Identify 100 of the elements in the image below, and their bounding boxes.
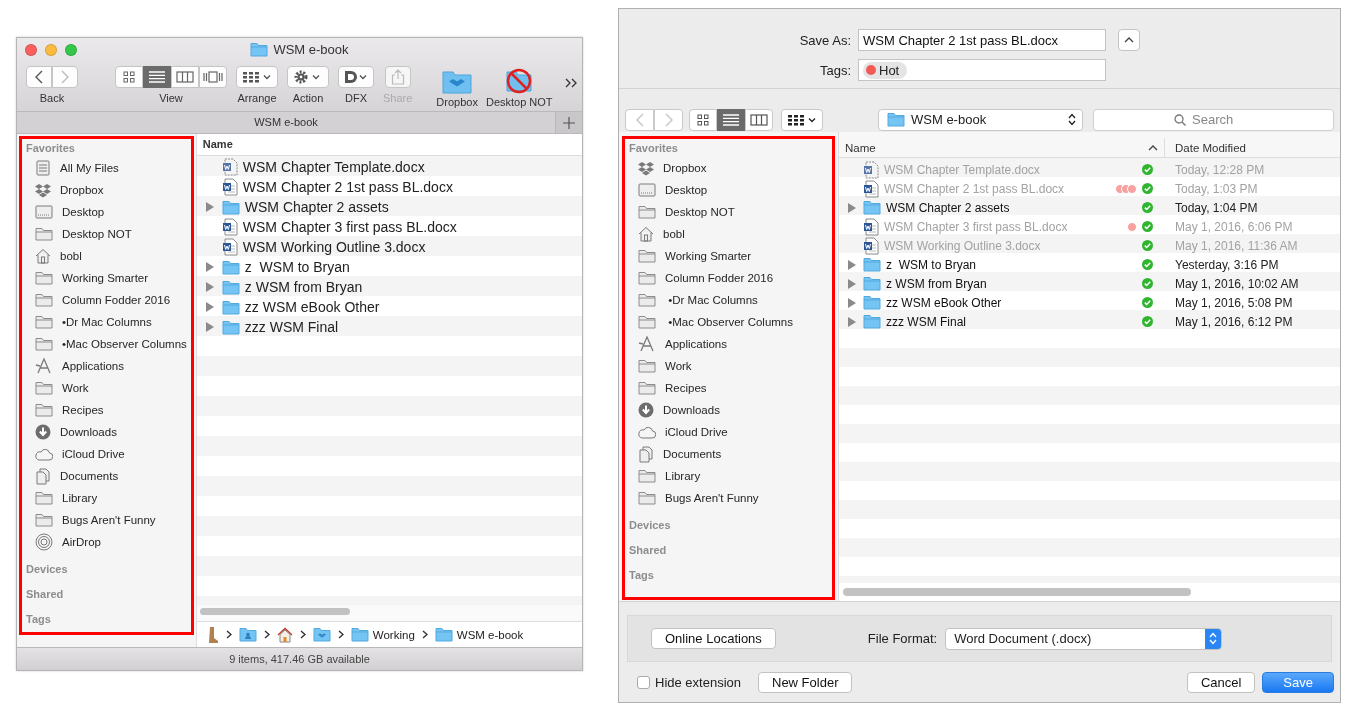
sidebar-item[interactable]: bobl (26, 245, 187, 267)
online-locations-button[interactable]: Online Locations (651, 628, 776, 649)
dialog-button[interactable]: Cancel (1186, 672, 1256, 693)
column-header[interactable]: Name (839, 138, 1165, 157)
file-format-popup[interactable]: Word Document (.docx) (945, 627, 1223, 650)
date-modified: May 1, 2016, 5:08 PM (1174, 295, 1293, 310)
file-row[interactable]: z WSM from Bryan May 1, 2016, 10:02 AM (839, 274, 1340, 293)
sidebar-item[interactable]: Desktop NOT (629, 201, 828, 223)
icons-view-button[interactable] (689, 108, 717, 131)
sidebar-item[interactable]: Column Fodder 2016 (26, 289, 187, 311)
new-folder-button[interactable]: New Folder (758, 672, 853, 693)
close-button[interactable] (25, 44, 37, 56)
tag-token[interactable]: Hot (863, 61, 908, 79)
sidebar-item[interactable]: Column Fodder 2016 (629, 267, 828, 289)
sidebar-item[interactable]: Documents (629, 443, 828, 465)
sidebar-item[interactable]: Work (26, 377, 187, 399)
path-item[interactable] (238, 627, 257, 642)
action-button[interactable] (287, 66, 329, 88)
file-name: z WSM from Bryan (244, 279, 363, 295)
file-row[interactable]: zzz WSM Final (196, 317, 582, 337)
sidebar-item[interactable]: Recipes (26, 399, 187, 421)
tags-field[interactable]: Hot (858, 59, 1106, 81)
sidebar-item[interactable]: All My Files (26, 157, 187, 179)
checkbox[interactable] (637, 676, 650, 689)
sidebar-item[interactable]: Dropbox (26, 179, 187, 201)
path-item[interactable]: WSM e-book (434, 627, 524, 642)
sidebar-item[interactable]: •Mac Observer Columns (629, 311, 828, 333)
sidebar-item[interactable]: •Dr Mac Columns (629, 289, 828, 311)
file-name: z WSM to Bryan (886, 257, 978, 272)
sidebar-item[interactable]: Library (629, 465, 828, 487)
sidebar-item[interactable]: Desktop (26, 201, 187, 223)
search-field[interactable]: Search (1093, 108, 1334, 131)
sidebar-item[interactable]: iCloud Drive (26, 443, 187, 465)
file-row[interactable]: WSM Chapter 2 assets (196, 197, 582, 217)
sidebar-item[interactable]: Bugs Aren't Funny (629, 487, 828, 509)
folder-icon (35, 293, 53, 307)
file-row[interactable]: zz WSM eBook Other (196, 297, 582, 317)
file-row[interactable]: WSM Chapter Template.docx (196, 157, 582, 177)
date-modified: May 1, 2016, 11:36 AM (1174, 238, 1298, 253)
zoom-button[interactable] (65, 44, 77, 56)
sidebar-item[interactable]: Working Smarter (629, 245, 828, 267)
sidebar-item[interactable]: Working Smarter (26, 267, 187, 289)
file-row[interactable]: WSM Chapter 2 1st pass BL.docx (196, 177, 582, 197)
file-name: WSM Chapter 2 assets (886, 200, 1011, 215)
sidebar-item[interactable]: Desktop (629, 179, 828, 201)
sidebar-item[interactable]: Documents (26, 465, 187, 487)
folder-icon (863, 257, 881, 272)
path-item[interactable] (312, 627, 331, 642)
new-tab-button[interactable] (555, 112, 582, 133)
path-item[interactable]: Working (350, 627, 415, 642)
file-row[interactable]: zz WSM eBook Other May 1, 2016, 5:08 PM (839, 293, 1340, 312)
synced-check-icon (1142, 297, 1153, 308)
sidebar-item[interactable]: Dropbox (629, 157, 828, 179)
sidebar-item[interactable]: AirDrop (26, 531, 187, 553)
path-item[interactable] (206, 625, 219, 644)
file-row[interactable]: z WSM to Bryan (196, 257, 582, 277)
sidebar-item[interactable]: Downloads (26, 421, 187, 443)
date-modified: May 1, 2016, 10:02 AM (1174, 276, 1299, 291)
horizontal-scrollbar[interactable] (843, 588, 1191, 596)
collapse-button[interactable] (1118, 29, 1140, 51)
sidebar-item[interactable]: Applications (26, 355, 187, 377)
columns-view-button[interactable] (745, 108, 773, 131)
horizontal-scrollbar[interactable] (199, 608, 350, 615)
file-row[interactable]: WSM Working Outline 3.docx (196, 237, 582, 257)
file-row[interactable]: zzz WSM Final May 1, 2016, 6:12 PM (839, 312, 1340, 331)
sidebar-item[interactable]: Downloads (629, 399, 828, 421)
sidebar-item[interactable]: •Mac Observer Columns (26, 333, 187, 355)
columns-view-button[interactable] (171, 66, 199, 88)
file-row[interactable]: z WSM from Bryan (196, 277, 582, 297)
word-document-icon (863, 236, 879, 255)
location-popup[interactable]: WSM e-book (878, 108, 1083, 131)
column-header[interactable]: Date Modified (1165, 138, 1340, 157)
sidebar-item[interactable]: Bugs Aren't Funny (26, 509, 187, 531)
sidebar-section-title: Devices (26, 562, 69, 577)
file-row[interactable]: WSM Chapter 3 first pass BL.docx (196, 217, 582, 237)
coverflow-view-button[interactable] (199, 66, 227, 88)
file-row[interactable]: WSM Chapter 2 assets Today, 1:04 PM (839, 198, 1340, 217)
dfx-button[interactable] (338, 66, 374, 88)
list-view-button[interactable] (717, 108, 745, 131)
path-item[interactable] (276, 626, 293, 643)
checkbox-label[interactable]: Hide extension (655, 675, 741, 690)
shortcut-button[interactable]: Dropbox (436, 66, 478, 108)
sidebar-item[interactable]: Desktop NOT (26, 223, 187, 245)
shortcut-button[interactable]: Desktop NOT (485, 66, 553, 108)
list-view-button[interactable] (143, 66, 171, 88)
file-name-field[interactable]: WSM Chapter 2 1st pass BL.docx (858, 29, 1106, 51)
sidebar-item[interactable]: Applications (629, 333, 828, 355)
file-row[interactable]: z WSM to Bryan Yesterday, 3:16 PM (839, 255, 1340, 274)
sidebar-item[interactable]: iCloud Drive (629, 421, 828, 443)
arrange-button[interactable] (781, 108, 823, 131)
back-button[interactable] (26, 66, 52, 88)
sidebar-item[interactable]: Library (26, 487, 187, 509)
icons-view-button[interactable] (115, 66, 143, 88)
sidebar-item[interactable]: Work (629, 355, 828, 377)
sidebar-item[interactable]: •Dr Mac Columns (26, 311, 187, 333)
chevron-left-icon (35, 70, 43, 84)
sidebar-item[interactable]: bobl (629, 223, 828, 245)
folder-icon (35, 315, 53, 329)
arrange-button[interactable] (236, 66, 278, 88)
sidebar-item[interactable]: Recipes (629, 377, 828, 399)
